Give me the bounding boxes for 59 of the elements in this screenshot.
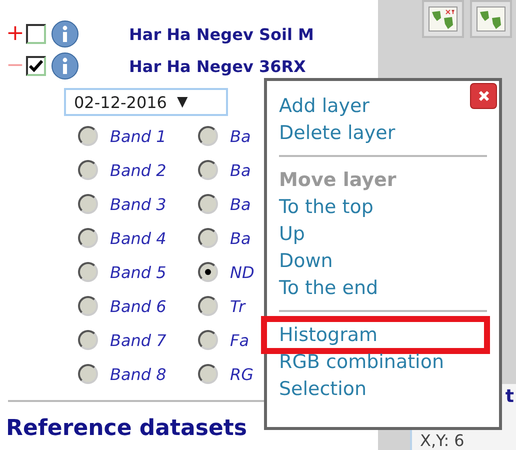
- band-label: Fa: [230, 330, 250, 350]
- band-label: Ba: [230, 160, 251, 180]
- radio-button[interactable]: [78, 364, 98, 384]
- layer-title[interactable]: Har Ha Negev Soil M: [129, 24, 314, 44]
- radio-button[interactable]: [198, 296, 218, 316]
- layer-title[interactable]: Har Ha Negev 36RX: [129, 56, 306, 76]
- band-label: Band 7: [110, 330, 166, 350]
- band-label: ND: [230, 262, 254, 282]
- band-label: Tr: [230, 296, 246, 316]
- menu-item[interactable]: Histogram: [279, 322, 378, 349]
- close-icon: [478, 90, 490, 102]
- map-icon: [476, 6, 506, 32]
- band-label: Ba: [230, 194, 251, 214]
- band-label: Band 5: [110, 262, 166, 282]
- band-label: RG: [230, 364, 254, 384]
- menu-item[interactable]: To the top: [279, 194, 374, 221]
- radio-button[interactable]: [198, 194, 218, 214]
- band-label: Band 2: [110, 160, 166, 180]
- section-heading: Reference datasets: [6, 416, 248, 441]
- band-label: Ba: [230, 126, 251, 146]
- radio-button[interactable]: [78, 160, 98, 180]
- menu-item[interactable]: Up: [279, 221, 305, 248]
- menu-item[interactable]: Add layer: [279, 93, 370, 120]
- radio-button[interactable]: [78, 126, 98, 146]
- link[interactable]: t: [505, 386, 516, 407]
- radio-button[interactable]: [198, 228, 218, 248]
- menu-item[interactable]: Selection: [279, 376, 367, 403]
- band-label: Band 1: [110, 126, 166, 146]
- radio-button[interactable]: [198, 364, 218, 384]
- map-xy-button[interactable]: [422, 0, 464, 38]
- band-label: Ba: [230, 228, 251, 248]
- band-label: Band 6: [110, 296, 166, 316]
- radio-button[interactable]: [198, 160, 218, 180]
- radio-button[interactable]: [78, 330, 98, 350]
- layer-checkbox[interactable]: [26, 56, 46, 76]
- band-label: Band 3: [110, 194, 166, 214]
- map-button[interactable]: [470, 0, 512, 38]
- coordinates-readout: X,Y: 6: [419, 431, 464, 450]
- band-label: Band 4: [110, 228, 166, 248]
- menu-item[interactable]: RGB combination: [279, 349, 444, 376]
- radio-button[interactable]: [78, 262, 98, 282]
- expand-toggle[interactable]: +: [6, 23, 26, 45]
- close-button[interactable]: [470, 83, 497, 109]
- radio-button[interactable]: [198, 330, 218, 350]
- radio-button[interactable]: [78, 296, 98, 316]
- radio-button[interactable]: [198, 126, 218, 146]
- menu-heading: Move layer: [279, 168, 398, 193]
- date-select[interactable]: 02-12-2016 ▼: [64, 88, 228, 116]
- menu-item[interactable]: Down: [279, 248, 333, 275]
- band-label: Band 8: [110, 364, 166, 384]
- radio-button[interactable]: [198, 262, 218, 282]
- layer-checkbox[interactable]: [26, 24, 46, 44]
- map-icon: [428, 6, 458, 32]
- menu-item[interactable]: To the end: [279, 275, 378, 302]
- radio-button[interactable]: [78, 194, 98, 214]
- menu-item[interactable]: Delete layer: [279, 120, 396, 147]
- info-icon[interactable]: [51, 52, 79, 80]
- info-icon[interactable]: [51, 20, 79, 48]
- radio-button[interactable]: [78, 228, 98, 248]
